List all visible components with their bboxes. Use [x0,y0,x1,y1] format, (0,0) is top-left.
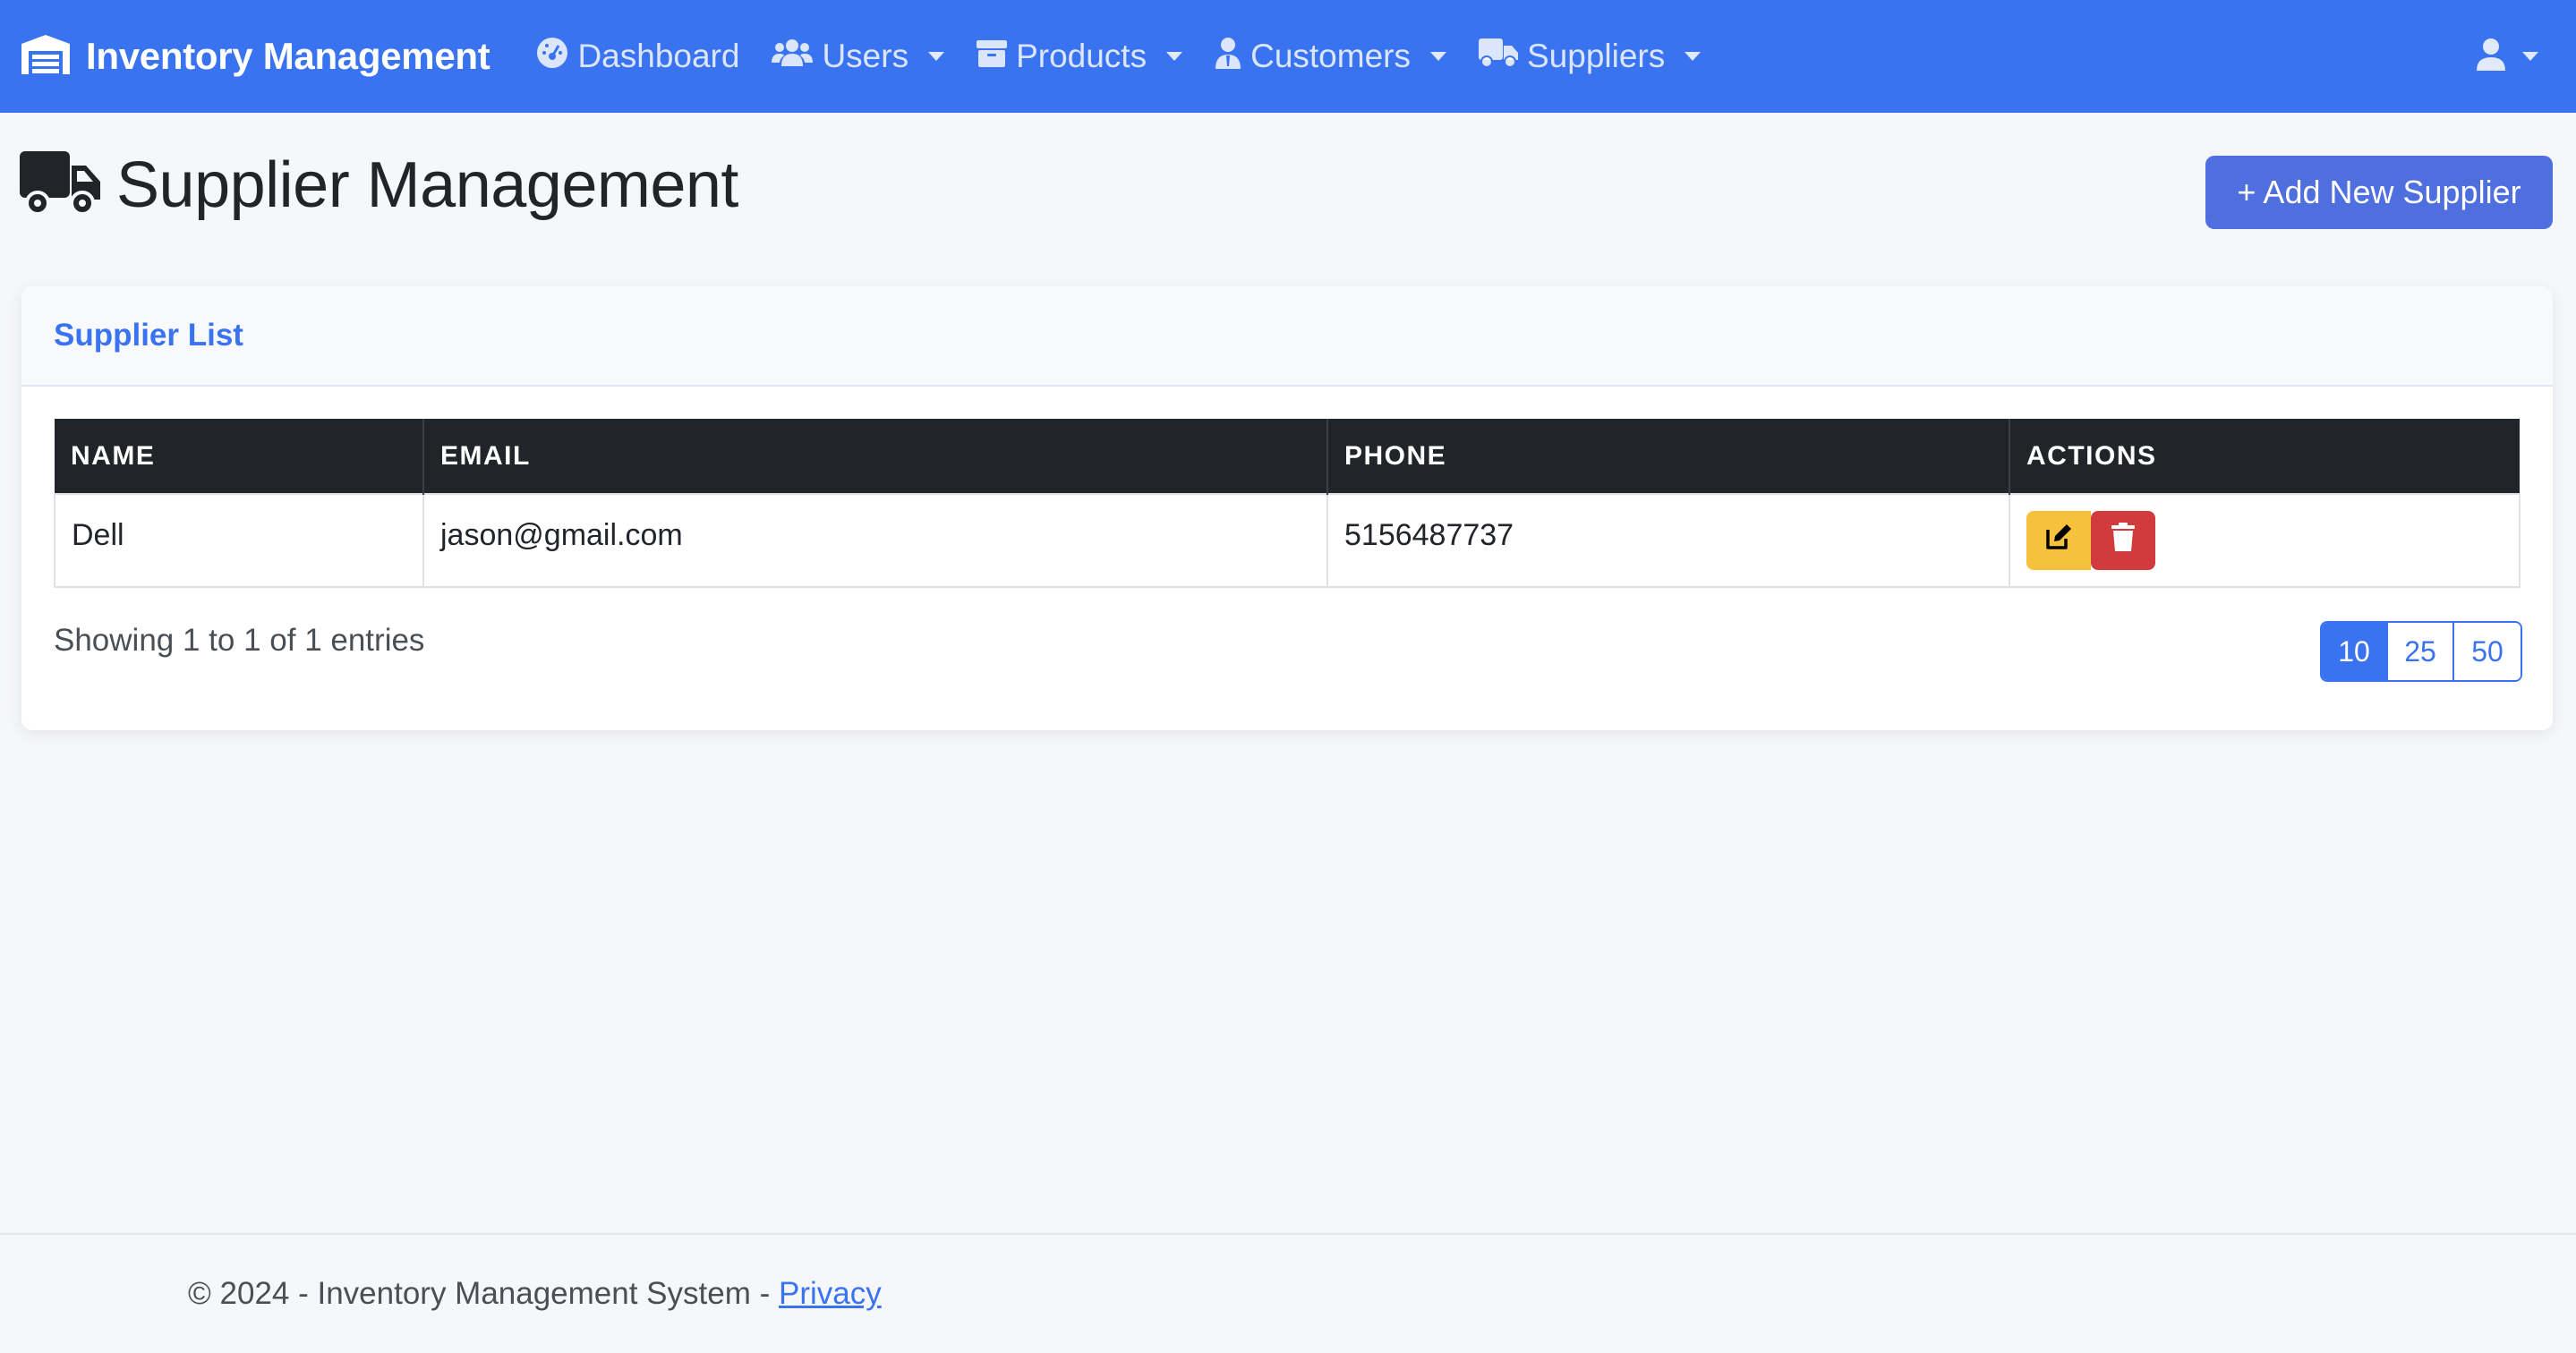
customer-icon [1215,37,1241,77]
page-size-25[interactable]: 25 [2388,623,2454,680]
nav-customers-label: Customers [1250,38,1411,74]
cell-email: jason@gmail.com [422,493,1328,588]
card-header: Supplier List [21,286,2553,387]
page-size-50[interactable]: 50 [2454,623,2521,680]
supplier-phone: 5156487737 [1344,517,1514,552]
column-header-email[interactable]: EMAIL [423,419,1328,494]
supplier-list-card: Supplier List NAME EMAIL PHONE ACTIONS D… [21,286,2553,730]
supplier-name: Dell [72,517,124,552]
nav-dashboard-label: Dashboard [577,38,740,74]
chevron-down-icon [1685,52,1702,61]
brand-name: Inventory Management [86,35,490,77]
navbar: Inventory Management Dashboard Users Pro… [0,0,2576,113]
chevron-down-icon [1166,52,1183,61]
truck-icon [1478,37,1518,77]
nav-suppliers-label: Suppliers [1526,38,1666,74]
nav-dashboard[interactable]: Dashboard [536,37,739,77]
nav-products-label: Products [1016,38,1147,74]
page-size-10[interactable]: 10 [2322,623,2388,680]
page-size-selector: 10 25 50 [2320,621,2522,682]
table-header-row: NAME EMAIL PHONE ACTIONS [55,419,2520,494]
user-icon [2476,38,2506,75]
users-icon [772,38,814,76]
supplier-email: jason@gmail.com [440,517,683,552]
edit-icon [2044,523,2073,559]
cell-phone: 5156487737 [1326,493,2010,588]
footer: © 2024 - Inventory Management System - P… [0,1233,2576,1353]
row-actions [2026,511,2519,570]
nav-suppliers[interactable]: Suppliers [1478,37,1702,77]
column-header-phone[interactable]: PHONE [1327,419,2010,494]
chevron-down-icon [1429,52,1446,61]
box-icon [977,38,1008,75]
brand[interactable]: Inventory Management [20,33,490,81]
nav-customers[interactable]: Customers [1215,37,1446,77]
suppliers-table: NAME EMAIL PHONE ACTIONS Dell jason@gmai… [54,419,2521,588]
entries-info: Showing 1 to 1 of 1 entries [54,623,425,658]
chevron-down-icon [928,52,945,61]
page-header: Supplier Management [20,149,738,222]
column-header-actions: ACTIONS [2026,440,2157,471]
privacy-link[interactable]: Privacy [779,1276,882,1311]
delete-button[interactable] [2091,511,2155,570]
edit-button[interactable] [2026,511,2091,570]
table-row: Dell jason@gmail.com 5156487737 [54,493,2521,588]
cell-name: Dell [54,493,424,588]
warehouse-icon [20,33,72,81]
dashboard-icon [536,37,568,77]
cell-actions [2009,493,2521,588]
chevron-down-icon [2522,52,2538,61]
copyright-text: © 2024 - Inventory Management System - [188,1276,779,1311]
column-header-name[interactable]: NAME [55,419,424,494]
footer-text: © 2024 - Inventory Management System - P… [188,1276,882,1312]
add-supplier-button[interactable]: + Add New Supplier [2205,156,2553,229]
truck-icon [20,149,100,222]
nav-users[interactable]: Users [772,38,945,76]
nav-products[interactable]: Products [977,38,1183,75]
trash-icon [2111,522,2135,559]
card-title: Supplier List [54,318,243,353]
nav-users-label: Users [822,38,909,74]
page-title: Supplier Management [116,149,738,221]
user-menu[interactable] [2476,0,2538,113]
